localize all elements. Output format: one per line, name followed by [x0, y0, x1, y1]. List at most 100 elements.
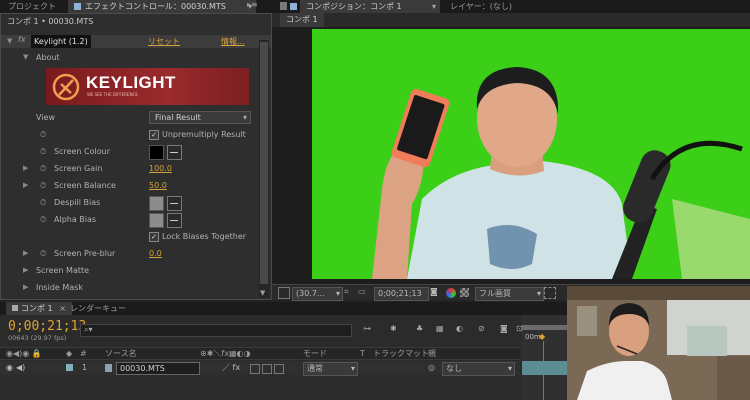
resolution-dropdown[interactable]: フル画質 ▾	[475, 287, 544, 301]
stopwatch-icon[interactable]: ⏱	[40, 143, 46, 160]
safe-zone-icon[interactable]: ⌗	[344, 287, 349, 297]
graph-editor-icon[interactable]: ⊘	[478, 324, 485, 333]
effect-header-row[interactable]: ▼ fx Keylight (1.2) リセット 情報...	[1, 35, 271, 48]
eyedropper-icon[interactable]	[167, 213, 182, 228]
switch-box[interactable]	[274, 364, 284, 374]
vertical-scrollbar[interactable]: ▼	[259, 40, 269, 298]
reset-link[interactable]: リセット	[148, 35, 180, 48]
lock-biases-checkbox[interactable]: ✓ Lock Biases Together	[149, 228, 246, 245]
work-area-bar[interactable]	[522, 325, 567, 330]
color-channels-icon[interactable]	[446, 288, 456, 298]
comp-subtab-bar: コンポ 1	[272, 13, 750, 27]
column-trackmatte[interactable]: トラックマット	[373, 348, 429, 360]
stopwatch-icon[interactable]: ⏱	[40, 126, 46, 143]
comp-mini-flowchart-icon[interactable]: ⊶	[363, 324, 371, 333]
zoom-dropdown[interactable]: (30.7... ▾	[292, 287, 343, 301]
stopwatch-icon[interactable]: ⏱	[40, 177, 46, 194]
switch-box[interactable]	[250, 364, 260, 374]
live-update-icon[interactable]: ◙	[500, 324, 508, 333]
collapse-triangle-icon[interactable]: ▼	[7, 37, 12, 45]
keylight-emblem-icon	[52, 73, 80, 101]
tab-effect-controls[interactable]: エフェクトコントロール：00030.MTS ▾	[68, 0, 256, 13]
eyedropper-icon[interactable]	[167, 145, 182, 160]
screen-gain-value[interactable]: 100.0	[149, 160, 172, 177]
expand-triangle-icon[interactable]: ▶	[23, 262, 28, 279]
screen-gain-row: ▶ ⏱ Screen Gain 100.0	[1, 160, 263, 177]
tab-layer[interactable]: レイヤー：(なし)	[444, 0, 518, 13]
layer-name[interactable]: 00030.MTS	[116, 362, 200, 375]
about-link[interactable]: 情報...	[221, 35, 245, 48]
video-visibility-icon[interactable]: ◉	[6, 361, 13, 375]
footage-frame[interactable]	[312, 29, 750, 279]
tab-timeline-comp[interactable]: コンポ 1 ×	[6, 302, 72, 315]
column-source-name[interactable]: ソース名	[105, 348, 137, 360]
timecode-field[interactable]: 0;00;21;13	[374, 287, 429, 301]
alpha-bias-row: ⏱ Alpha Bias	[1, 211, 263, 228]
scrollbar-thumb[interactable]	[260, 42, 268, 284]
screen-matte-row[interactable]: ▶ Screen Matte	[1, 262, 263, 279]
about-row[interactable]: ▼ About	[1, 49, 263, 66]
column-mode[interactable]: モード	[303, 348, 327, 360]
logo-tagline: WE SEE THE DIFFERENCE	[87, 92, 138, 97]
layer-bar[interactable]	[522, 361, 567, 375]
mode-dropdown[interactable]: 通常 ▾	[303, 362, 358, 376]
expand-triangle-icon[interactable]: ▶	[23, 177, 28, 194]
lock-biases-row: ✓ Lock Biases Together	[1, 228, 263, 245]
screen-balance-value[interactable]: 50.0	[149, 177, 167, 194]
transparency-grid-icon[interactable]	[460, 288, 469, 297]
stopwatch-icon[interactable]: ⏱	[40, 160, 46, 177]
stopwatch-icon[interactable]: ⏱	[40, 194, 46, 211]
tab-composition[interactable]: コンポジション：コンポ 1 ▾	[300, 0, 440, 13]
switch-box[interactable]	[262, 364, 272, 374]
unpremultiply-checkbox[interactable]: ✓ Unpremultiply Result	[149, 126, 246, 143]
timeline-timecode[interactable]: 0;00;21;13	[8, 319, 86, 334]
stopwatch-icon[interactable]: ⏱	[40, 211, 46, 228]
motion-blur-icon[interactable]: ◐	[456, 324, 463, 333]
camera-icon[interactable]: ◙	[430, 287, 438, 296]
region-of-interest-icon[interactable]	[544, 287, 556, 299]
collapse-triangle-icon[interactable]: ▼	[23, 49, 28, 66]
layer-search-input[interactable]: ⌕▾	[80, 324, 352, 337]
screen-balance-row: ▶ ⏱ Screen Balance 50.0	[1, 177, 263, 194]
column-t: T	[360, 349, 365, 358]
stopwatch-icon[interactable]: ⏱	[40, 245, 46, 262]
parent-dropdown[interactable]: なし ▾	[442, 362, 515, 376]
view-dropdown[interactable]: Final Result ▾	[149, 111, 251, 124]
frame-info: 00643 (29.97 fps)	[8, 334, 67, 342]
fx-switch-icon[interactable]: ／ fx	[222, 361, 240, 375]
draft-3d-icon[interactable]: ✱	[390, 324, 397, 333]
lock-icon[interactable]	[280, 2, 287, 10]
pickwhip-icon[interactable]: ◎	[428, 361, 435, 375]
expand-triangle-icon[interactable]: ▶	[23, 245, 28, 262]
time-ruler[interactable]: 00m ◆	[522, 315, 567, 400]
panel-menu-icon[interactable]: ▸≡	[247, 0, 258, 9]
tab-render-queue[interactable]: レンダーキュー	[64, 302, 132, 315]
unpremultiply-row: ⏱ ✓ Unpremultiply Result	[1, 126, 263, 143]
despill-bias-swatch[interactable]	[149, 196, 164, 211]
layer-number-icon: #	[80, 349, 87, 358]
playhead-icon[interactable]: ◆	[539, 332, 545, 341]
inside-mask-row[interactable]: ▶ Inside Mask	[1, 279, 263, 296]
chevron-down-icon: ▾	[242, 113, 247, 122]
effect-name[interactable]: Keylight (1.2)	[31, 35, 91, 48]
eyedropper-icon[interactable]	[167, 196, 182, 211]
dropdown-chevron-icon[interactable]: ▾	[432, 0, 436, 13]
comp-subtab[interactable]: コンポ 1	[280, 13, 324, 27]
expand-triangle-icon[interactable]: ▶	[23, 160, 28, 177]
screen-colour-swatch[interactable]	[149, 145, 164, 160]
layer-label-color-icon[interactable]	[66, 364, 73, 371]
hide-shy-layers-icon[interactable]: ♣	[416, 324, 423, 333]
expand-triangle-icon[interactable]: ▶	[23, 279, 28, 296]
frame-blending-icon[interactable]: ▦	[436, 324, 444, 333]
fx-icon[interactable]: fx	[18, 35, 26, 44]
layer-number: 1	[82, 363, 88, 372]
resolution-guide-icon[interactable]	[278, 287, 290, 299]
column-parent[interactable]: 親	[428, 348, 436, 360]
tab-project[interactable]: プロジェクト	[2, 0, 62, 13]
pre-blur-value[interactable]: 0.0	[149, 245, 162, 262]
alpha-bias-swatch[interactable]	[149, 213, 164, 228]
grid-icon[interactable]: ▭	[358, 287, 366, 296]
layer-row[interactable]: ◉ ◀) 1 00030.MTS ／ fx 通常 ▾ ◎ なし ▾	[0, 361, 520, 376]
scroll-down-arrow-icon[interactable]: ▼	[260, 289, 265, 297]
audio-icon[interactable]: ◀)	[16, 361, 25, 375]
